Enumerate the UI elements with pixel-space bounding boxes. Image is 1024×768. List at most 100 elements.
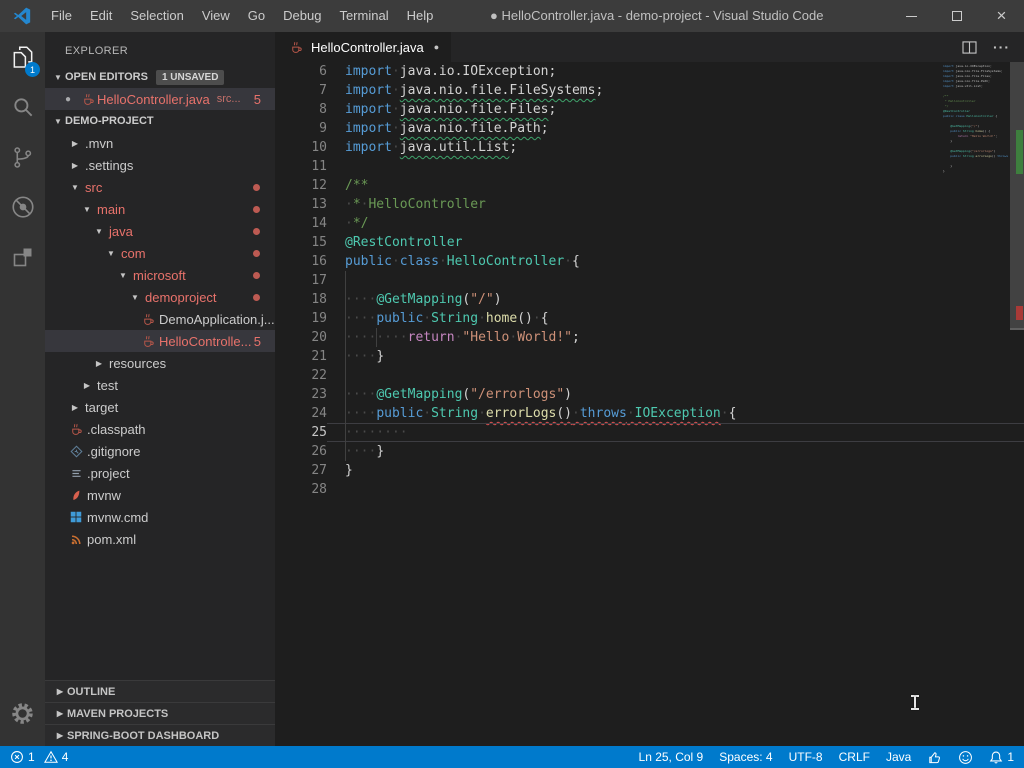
tree-item-mvnw[interactable]: mvnw <box>45 484 275 506</box>
line-content[interactable] <box>327 157 1024 176</box>
maximize-button[interactable] <box>934 0 979 32</box>
line-content[interactable] <box>327 366 1024 385</box>
warning-icon <box>44 750 58 764</box>
line-content[interactable]: ····@GetMapping("/errorlogs") <box>327 385 1024 404</box>
explorer-icon[interactable]: 1 <box>0 32 45 82</box>
close-button[interactable]: × <box>979 0 1024 32</box>
tree-item-target[interactable]: ▶target <box>45 396 275 418</box>
indent-guide <box>376 328 377 347</box>
problem-dot-badge <box>253 228 260 235</box>
code-line-14: 14·*/ <box>275 214 1024 233</box>
tree-item-microsoft[interactable]: ▼microsoft <box>45 264 275 286</box>
line-number: 20 <box>275 328 327 347</box>
scrollbar-slider[interactable] <box>1010 62 1024 330</box>
tree-item-test[interactable]: ▶test <box>45 374 275 396</box>
panel-spring-boot-dashboard[interactable]: ▶SPRING-BOOT DASHBOARD <box>45 724 275 746</box>
tree-item-java[interactable]: ▼java <box>45 220 275 242</box>
source-control-icon[interactable] <box>0 132 45 182</box>
more-actions-icon[interactable]: ··· <box>993 39 1010 55</box>
line-content[interactable]: @RestController <box>327 233 1024 252</box>
project-section-header[interactable]: ▼ DEMO-PROJECT <box>45 110 275 132</box>
tree-item-label: .project <box>87 466 130 481</box>
chevron-right-icon: ▶ <box>67 139 83 148</box>
line-content[interactable]: import·java.io.IOException; <box>327 62 1024 81</box>
panel-maven-projects[interactable]: ▶MAVEN PROJECTS <box>45 702 275 724</box>
line-content[interactable]: ····public·String·errorLogs()·throws·IOE… <box>327 404 1024 423</box>
menu-view[interactable]: View <box>193 0 239 32</box>
chevron-down-icon: ▼ <box>127 293 143 302</box>
menu-selection[interactable]: Selection <box>121 0 192 32</box>
tree-item-label: .mvn <box>85 136 113 151</box>
tree-item--classpath[interactable]: .classpath <box>45 418 275 440</box>
java-file-icon <box>287 41 305 54</box>
problems-indicator[interactable]: 1 4 <box>10 750 68 764</box>
code-editor[interactable]: 6import·java.io.IOException;7import·java… <box>275 62 1024 746</box>
line-content[interactable] <box>327 271 1024 290</box>
line-content[interactable]: import·java.nio.file.Files; <box>327 100 1024 119</box>
open-editors-header[interactable]: ▼ OPEN EDITORS 1 UNSAVED <box>45 66 275 88</box>
line-content[interactable]: } <box>327 461 1024 480</box>
line-content[interactable]: ····} <box>327 442 1024 461</box>
code-line-26: 26····} <box>275 442 1024 461</box>
tree-item--project[interactable]: .project <box>45 462 275 484</box>
line-content[interactable]: ········ <box>327 423 1024 442</box>
notifications-bell[interactable]: 1 <box>989 750 1014 765</box>
line-content[interactable]: import·java.nio.file.FileSystems; <box>327 81 1024 100</box>
menu-terminal[interactable]: Terminal <box>330 0 397 32</box>
tree-item-resources[interactable]: ▶resources <box>45 352 275 374</box>
minimap[interactable]: import java.io.IOException;import java.n… <box>925 64 1017 179</box>
menu-go[interactable]: Go <box>239 0 274 32</box>
tree-item--mvn[interactable]: ▶.mvn <box>45 132 275 154</box>
panel-outline[interactable]: ▶OUTLINE <box>45 680 275 702</box>
tree-item--gitignore[interactable]: .gitignore <box>45 440 275 462</box>
split-editor-icon[interactable] <box>962 41 977 54</box>
chevron-right-icon: ▶ <box>53 687 67 696</box>
line-content[interactable]: ····public·String·home()·{ <box>327 309 1024 328</box>
line-content[interactable]: /** <box>327 176 1024 195</box>
feedback-smiley-icon[interactable] <box>958 750 973 765</box>
tree-item-com[interactable]: ▼com <box>45 242 275 264</box>
search-icon[interactable] <box>0 82 45 132</box>
line-content[interactable]: import·java.util.List; <box>327 138 1024 157</box>
language-mode[interactable]: Java <box>886 750 911 764</box>
line-content[interactable]: ····} <box>327 347 1024 366</box>
code-line-23: 23····@GetMapping("/errorlogs") <box>275 385 1024 404</box>
menu-debug[interactable]: Debug <box>274 0 330 32</box>
tree-item-pom-xml[interactable]: pom.xml <box>45 528 275 550</box>
tree-item-demoproject[interactable]: ▼demoproject <box>45 286 275 308</box>
open-editor-item[interactable]: ● HelloController.java src... 5 <box>45 88 275 110</box>
line-content[interactable] <box>327 480 1024 499</box>
tree-item-demoapplication-j-[interactable]: DemoApplication.j... <box>45 308 275 330</box>
chevron-down-icon: ▼ <box>79 205 95 214</box>
tree-item-hellocontrolle-[interactable]: HelloControlle...5 <box>45 330 275 352</box>
line-content[interactable]: ········return·"Hello·World!"; <box>327 328 1024 347</box>
encoding-setting[interactable]: UTF-8 <box>789 750 823 764</box>
tree-item--settings[interactable]: ▶.settings <box>45 154 275 176</box>
settings-gear-icon[interactable] <box>0 688 45 738</box>
extensions-icon[interactable] <box>0 232 45 282</box>
editor-scrollbar[interactable] <box>1010 62 1024 746</box>
line-content[interactable]: public·class·HelloController·{ <box>327 252 1024 271</box>
line-content[interactable]: ·*·HelloController <box>327 195 1024 214</box>
debug-icon[interactable] <box>0 182 45 232</box>
problem-dot-badge <box>253 184 260 191</box>
cursor-position[interactable]: Ln 25, Col 9 <box>639 750 704 764</box>
line-content[interactable]: import·java.nio.file.Path; <box>327 119 1024 138</box>
java-server-status-icon[interactable] <box>927 750 942 765</box>
line-content[interactable]: ····@GetMapping("/") <box>327 290 1024 309</box>
tree-item-main[interactable]: ▼main <box>45 198 275 220</box>
menu-help[interactable]: Help <box>398 0 443 32</box>
eol-setting[interactable]: CRLF <box>839 750 870 764</box>
tab-hellocontroller[interactable]: HelloController.java ● <box>275 32 451 62</box>
line-content[interactable]: ·*/ <box>327 214 1024 233</box>
chevron-down-icon: ▼ <box>51 73 65 82</box>
indentation-setting[interactable]: Spaces: 4 <box>719 750 772 764</box>
editor-group: HelloController.java ● ··· 6import·java.… <box>275 32 1024 746</box>
tree-item-mvnw-cmd[interactable]: mvnw.cmd <box>45 506 275 528</box>
tree-item-label: demoproject <box>145 290 217 305</box>
minimize-button[interactable] <box>889 0 934 32</box>
notification-count: 1 <box>1007 750 1014 764</box>
tree-item-src[interactable]: ▼src <box>45 176 275 198</box>
menu-edit[interactable]: Edit <box>81 0 121 32</box>
menu-file[interactable]: File <box>42 0 81 32</box>
